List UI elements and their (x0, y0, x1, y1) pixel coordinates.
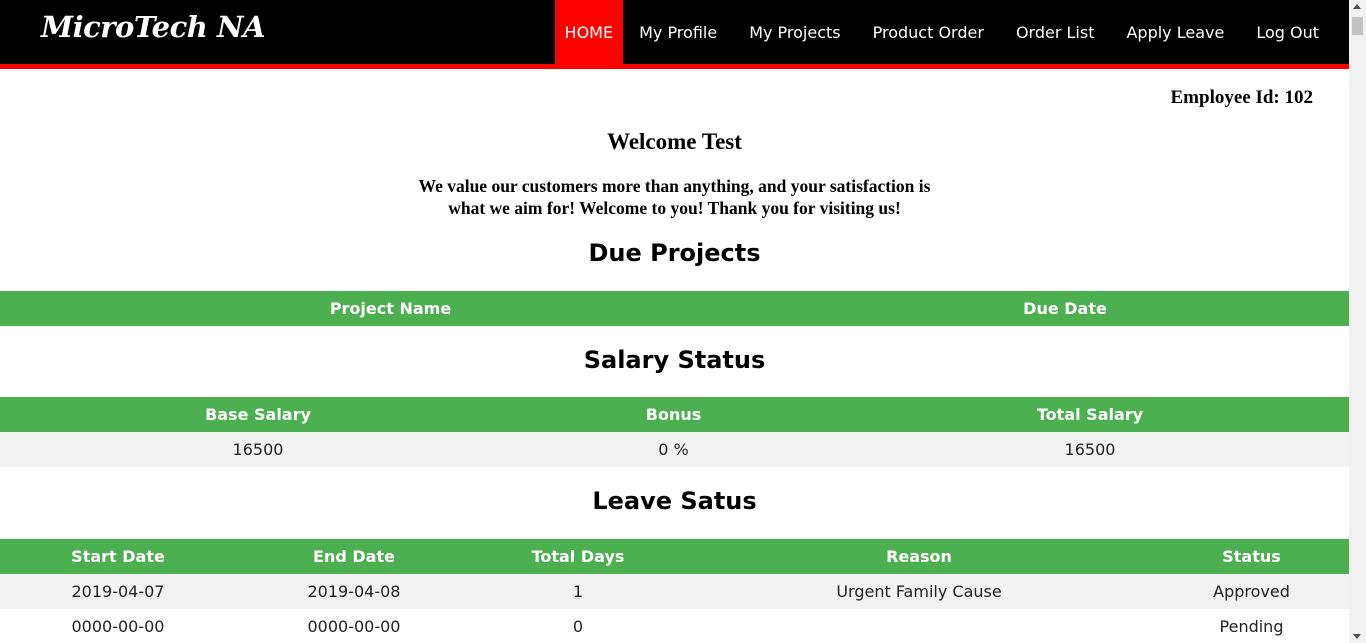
employee-id: Employee Id: 102 (1170, 87, 1314, 108)
table-header-row: Start Date End Date Total Days Reason St… (0, 539, 1349, 574)
reason-cell (684, 609, 1154, 643)
column-header: Project Name (0, 291, 781, 326)
leave-table: Start Date End Date Total Days Reason St… (0, 539, 1349, 643)
column-header: Total Salary (831, 397, 1349, 432)
column-header: Base Salary (0, 397, 516, 432)
welcome-heading: Welcome Test (607, 129, 742, 154)
status-cell: Pending (1154, 609, 1349, 643)
navbar: MicroTech NA HOME My Profile My Projects… (0, 0, 1349, 69)
nav-product-order[interactable]: Product Order (857, 0, 1000, 64)
column-header: Bonus (516, 397, 831, 432)
nav-apply-leave[interactable]: Apply Leave (1110, 0, 1240, 64)
main-nav: HOME My Profile My Projects Product Orde… (554, 0, 1335, 64)
table-row: 0000-00-00 0000-00-00 0 Pending (0, 609, 1349, 643)
leave-status-title: Leave Satus (592, 487, 757, 515)
intro-text: We value our customers more than anythin… (418, 176, 931, 218)
total-salary-cell: 16500 (831, 432, 1349, 467)
start-date-cell: 0000-00-00 (0, 609, 236, 643)
total-days-cell: 0 (472, 609, 684, 643)
column-header: Status (1154, 539, 1349, 574)
table-row: 16500 0 % 16500 (0, 432, 1349, 467)
due-projects-title: Due Projects (588, 239, 761, 267)
brand-logo[interactable]: MicroTech NA (41, 10, 265, 44)
salary-table: Base Salary Bonus Total Salary 16500 0 %… (0, 397, 1349, 467)
table-row: 2019-04-07 2019-04-08 1 Urgent Family Ca… (0, 574, 1349, 609)
nav-home[interactable]: HOME (554, 0, 624, 64)
salary-status-title: Salary Status (583, 346, 766, 374)
nav-my-profile[interactable]: My Profile (623, 0, 733, 64)
nav-order-list[interactable]: Order List (1000, 0, 1111, 64)
total-days-cell: 1 (472, 574, 684, 609)
column-header: Total Days (472, 539, 684, 574)
nav-log-out[interactable]: Log Out (1240, 0, 1335, 64)
reason-cell: Urgent Family Cause (684, 574, 1154, 609)
scroll-thumb[interactable] (1352, 17, 1363, 35)
column-header: End Date (236, 539, 472, 574)
due-projects-table: Project Name Due Date (0, 291, 1349, 326)
start-date-cell: 2019-04-07 (0, 574, 236, 609)
table-header-row: Base Salary Bonus Total Salary (0, 397, 1349, 432)
end-date-cell: 2019-04-08 (236, 574, 472, 609)
column-header: Start Date (0, 539, 236, 574)
bonus-cell: 0 % (516, 432, 831, 467)
page-scrollbar[interactable] (1349, 0, 1366, 643)
nav-my-projects[interactable]: My Projects (733, 0, 856, 64)
column-header: Reason (684, 539, 1154, 574)
page: MicroTech NA HOME My Profile My Projects… (0, 0, 1349, 643)
base-salary-cell: 16500 (0, 432, 516, 467)
scroll-up-arrow-icon[interactable] (1353, 4, 1361, 9)
table-header-row: Project Name Due Date (0, 291, 1349, 326)
scroll-down-arrow-icon[interactable] (1353, 634, 1361, 639)
column-header: Due Date (781, 291, 1349, 326)
end-date-cell: 0000-00-00 (236, 609, 472, 643)
status-cell: Approved (1154, 574, 1349, 609)
